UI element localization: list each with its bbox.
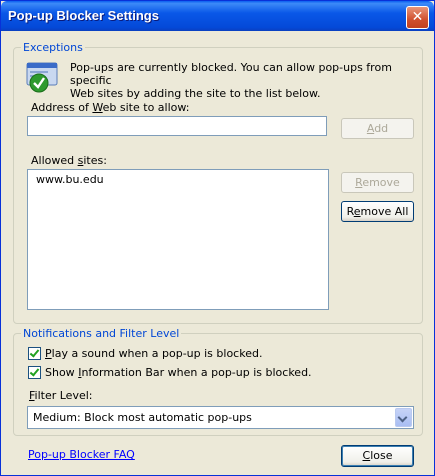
allowed-label-post: ites: (83, 154, 107, 167)
allowed-sites-label: Allowed sites: (31, 154, 107, 167)
description-line-1: Pop-ups are currently blocked. You can a… (70, 61, 392, 87)
info-bar-label: Show Information Bar when a pop-up is bl… (45, 366, 312, 379)
list-item[interactable]: www.bu.edu (28, 170, 328, 186)
add-button[interactable]: Add (341, 118, 414, 139)
address-label-pre: Address of (31, 101, 93, 114)
address-label-accel: W (92, 101, 103, 114)
title-bar[interactable]: Pop-up Blocker Settings ✕ (1, 1, 434, 31)
remove-all-post: move All (360, 205, 409, 218)
dialog-window: Pop-up Blocker Settings ✕ Exceptions Pop… (0, 0, 435, 476)
allowed-label-pre: Allowed (31, 154, 78, 167)
shield-check-icon (26, 62, 58, 93)
add-button-rest: dd (374, 122, 389, 135)
info-bar-pre: Show (45, 366, 79, 379)
remove-button-rest: emove (362, 176, 400, 189)
play-sound-accel: P (45, 347, 52, 360)
close-icon: ✕ (411, 9, 424, 25)
close-button[interactable]: Close (341, 445, 414, 467)
filter-level-select[interactable]: Medium: Block most automatic pop-ups (27, 406, 414, 429)
filter-label-post: ilter Level: (34, 389, 93, 402)
filter-level-value: Medium: Block most automatic pop-ups (33, 411, 252, 424)
exceptions-legend: Exceptions (21, 41, 85, 54)
popup-blocker-faq-link[interactable]: Pop-up Blocker FAQ (28, 448, 135, 461)
address-label-post: eb site to allow: (102, 101, 190, 114)
remove-all-button[interactable]: Remove All (341, 201, 414, 222)
exceptions-description: Pop-ups are currently blocked. You can a… (70, 61, 434, 100)
description-line-2: Web sites by adding the site to the list… (70, 87, 321, 100)
chevron-down-icon[interactable] (395, 408, 412, 427)
remove-all-accel: e (353, 205, 361, 218)
address-input[interactable] (27, 116, 327, 136)
filter-level-label: Filter Level: (29, 389, 93, 402)
close-button-rest: lose (370, 449, 393, 462)
remove-all-pre: R (346, 205, 354, 218)
notifications-legend: Notifications and Filter Level (21, 327, 182, 340)
address-label: Address of Web site to allow: (31, 101, 189, 114)
info-bar-checkbox[interactable] (28, 366, 41, 379)
play-sound-checkbox[interactable] (28, 347, 41, 360)
play-sound-rest: lay a sound when a pop-up is blocked. (51, 347, 263, 360)
allowed-sites-list[interactable]: www.bu.edu (27, 169, 329, 310)
play-sound-label: Play a sound when a pop-up is blocked. (45, 347, 262, 360)
window-title: Pop-up Blocker Settings (8, 8, 159, 23)
remove-button[interactable]: Remove (341, 172, 414, 193)
info-bar-post: nformation Bar when a pop-up is blocked. (81, 366, 312, 379)
close-window-button[interactable]: ✕ (406, 6, 429, 29)
